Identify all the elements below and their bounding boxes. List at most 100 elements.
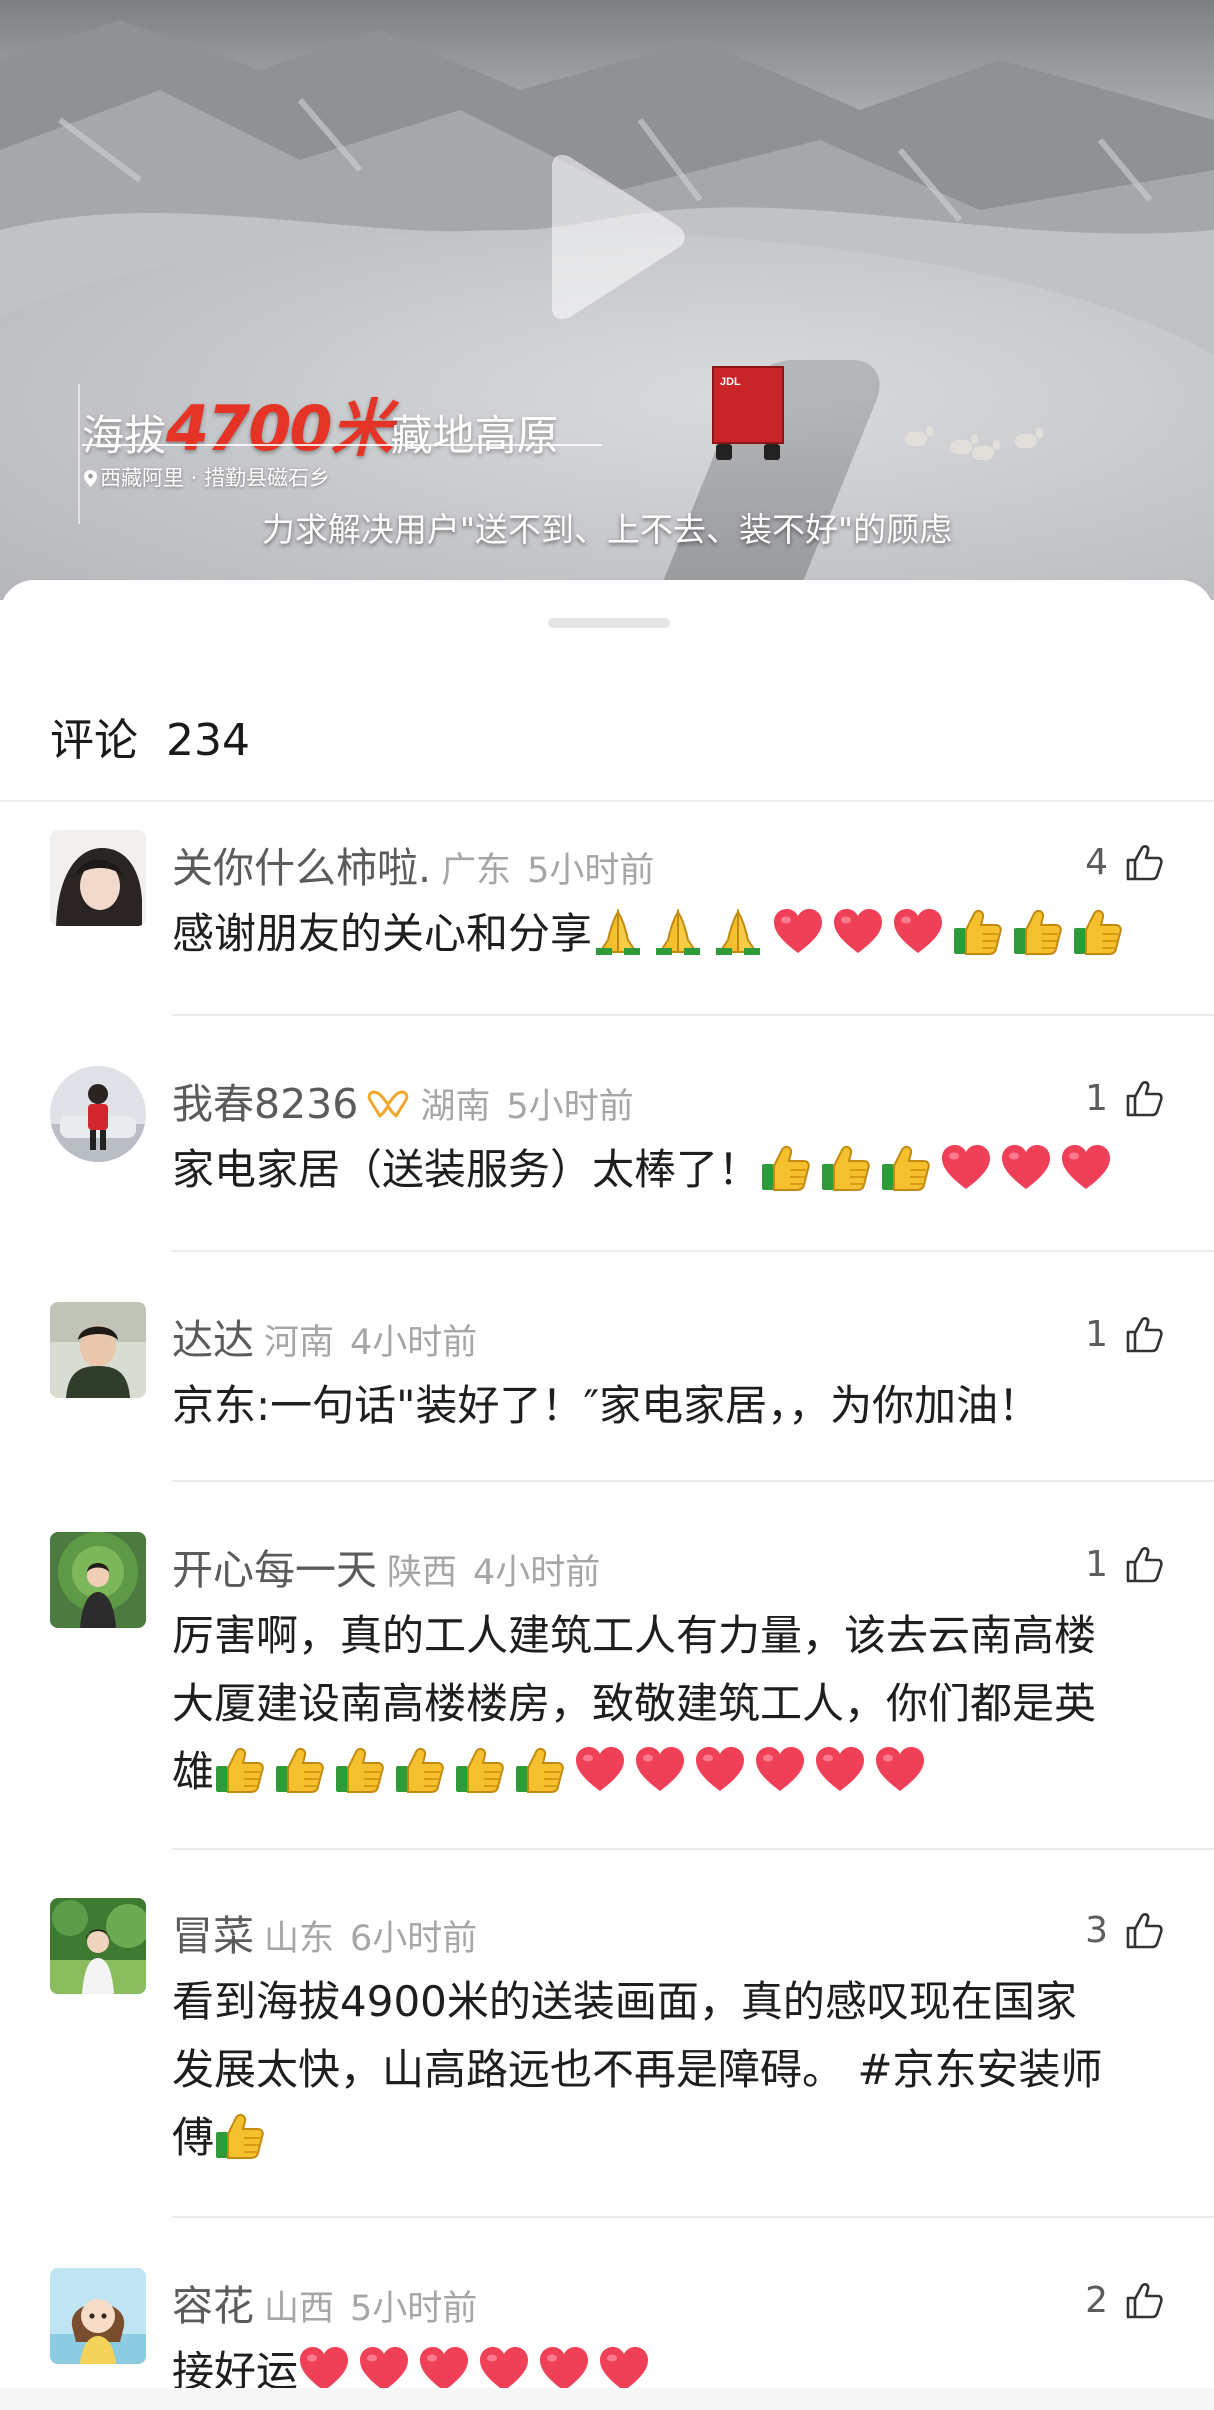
- video-location: 西藏阿里 · 措勤县磁石乡: [84, 462, 330, 492]
- pray-emoji: [712, 908, 764, 956]
- thumbs-up-emoji: [214, 2112, 266, 2160]
- thumbs-up-emoji: [454, 1746, 506, 1794]
- comment-divider: [172, 1848, 1214, 1850]
- thumbs-up-emoji: [1012, 908, 1064, 956]
- comment-author[interactable]: 开心每一天 陕西 4小时前: [172, 1536, 600, 1596]
- header-divider: [0, 800, 1214, 802]
- drag-handle[interactable]: [548, 618, 670, 628]
- comment-text: 家电家居（送装服务）太棒了！: [172, 1136, 1172, 1204]
- comment-time: 4小时前: [350, 1323, 478, 1363]
- delivery-truck: JDL: [712, 366, 784, 462]
- heart-emoji: [892, 908, 944, 956]
- avatar[interactable]: [50, 1898, 146, 1994]
- title-prefix: 海拔: [82, 411, 167, 460]
- title-suffix: 藏地高原: [390, 411, 559, 460]
- pray-emoji: [592, 908, 644, 956]
- location-pin-icon: [84, 470, 97, 487]
- heart-emoji: [574, 1746, 626, 1794]
- comment-author[interactable]: 我春8236 湖南 5小时前: [172, 1070, 634, 1130]
- heart-emoji: [598, 2346, 650, 2394]
- location-text: 西藏阿里 · 措勤县磁石乡: [100, 466, 331, 490]
- like-button[interactable]: 4: [1085, 842, 1164, 883]
- thumbs-up-outline-icon: [1126, 1316, 1163, 1352]
- heart-emoji: [832, 908, 884, 956]
- heart-emoji: [874, 1746, 926, 1794]
- pray-emoji: [652, 908, 704, 956]
- comment-text: 感谢朋友的关心和分享: [172, 900, 1172, 968]
- comment-divider: [172, 1014, 1214, 1016]
- like-button[interactable]: 3: [1085, 1910, 1164, 1951]
- alpaca: [972, 440, 1000, 460]
- like-button[interactable]: 1: [1085, 1078, 1164, 1119]
- video-subtitle: 力求解决用户"送不到、上不去、装不好"的顾虑: [261, 510, 953, 549]
- thumbs-up-outline-icon: [1126, 844, 1163, 880]
- comment-region: 山东: [264, 1919, 335, 1959]
- alpaca: [950, 434, 978, 454]
- thumbs-up-emoji: [820, 1144, 872, 1192]
- avatar[interactable]: [50, 2268, 146, 2364]
- comment-author[interactable]: 关你什么柿啦. 广东 5小时前: [172, 834, 654, 894]
- like-count: 1: [1085, 1078, 1108, 1119]
- comments-header: 评论 234: [50, 704, 250, 768]
- thumbs-up-emoji: [880, 1144, 932, 1192]
- comments-count: 234: [166, 715, 250, 766]
- comment-region: 广东: [441, 851, 512, 891]
- comment-region: 陕西: [387, 1553, 458, 1593]
- like-count: 1: [1085, 1314, 1108, 1355]
- comment-text: 看到海拔4900米的送装画面，真的感叹现在国家 发展太快，山高路远也不再是障碍。…: [172, 1977, 1103, 2162]
- comment-region: 河南: [264, 1323, 335, 1363]
- thumbs-up-emoji: [1072, 908, 1124, 956]
- avatar[interactable]: [50, 1066, 146, 1162]
- heart-emoji: [358, 2346, 410, 2394]
- video-player[interactable]: JDL 海拔4700米藏地高原 西藏阿里 · 措勤县磁石乡 力求解决用户"送不到…: [0, 0, 1214, 600]
- heart-emoji: [772, 908, 824, 956]
- bottom-bar: [0, 2388, 1214, 2410]
- comment-text: 京东:一句话"装好了！″家电家居，，为你加油！: [172, 1381, 1041, 1430]
- comment-author[interactable]: 容花 山西 5小时前: [172, 2272, 477, 2332]
- heart-emoji: [940, 1144, 992, 1192]
- comment-divider: [172, 2216, 1214, 2218]
- like-button[interactable]: 1: [1085, 1544, 1164, 1585]
- thumbs-up-emoji: [760, 1144, 812, 1192]
- thumbs-up-emoji: [514, 1746, 566, 1794]
- heart-emoji: [538, 2346, 590, 2394]
- thumbs-up-emoji: [952, 908, 1004, 956]
- like-button[interactable]: 1: [1085, 1314, 1164, 1355]
- comment-author[interactable]: 达达 河南 4小时前: [172, 1306, 477, 1366]
- comment-region: 湖南: [420, 1087, 491, 1127]
- thumbs-up-outline-icon: [1126, 1546, 1163, 1582]
- comments-title: 评论: [50, 715, 138, 766]
- video-title: 海拔4700米藏地高原: [82, 378, 559, 468]
- comments-sheet: 评论 234 关你什么柿啦. 广东 5小时前 4 感谢朋友的关心和分享 我春82…: [0, 580, 1214, 2410]
- like-count: 1: [1085, 1544, 1108, 1585]
- comment-time: 5小时前: [527, 851, 655, 891]
- thumbs-up-emoji: [334, 1746, 386, 1794]
- thumbs-up-emoji: [274, 1746, 326, 1794]
- comment-divider: [172, 1250, 1214, 1252]
- heart-emoji: [1000, 1144, 1052, 1192]
- heart-emoji: [478, 2346, 530, 2394]
- comment-text: 厉害啊，真的工人建筑工人有力量，该去云南高楼 大厦建设南高楼楼房，致敬建筑工人，…: [172, 1611, 1097, 1796]
- play-icon[interactable]: [540, 152, 690, 322]
- heart-emoji: [1060, 1144, 1112, 1192]
- comment-time: 4小时前: [473, 1553, 601, 1593]
- comment-author[interactable]: 冒菜 山东 6小时前: [172, 1902, 477, 1962]
- like-count: 4: [1085, 842, 1108, 883]
- comment-time: 5小时前: [350, 2289, 478, 2329]
- heart-emoji: [418, 2346, 470, 2394]
- thumbs-up-outline-icon: [1126, 2282, 1163, 2318]
- avatar[interactable]: [50, 1302, 146, 1398]
- avatar[interactable]: [50, 830, 146, 926]
- title-underline: [82, 444, 602, 446]
- comment-divider: [172, 1480, 1214, 1482]
- heart-emoji: [298, 2346, 350, 2394]
- like-count: 2: [1085, 2280, 1108, 2321]
- like-button[interactable]: 2: [1085, 2280, 1164, 2321]
- like-count: 3: [1085, 1910, 1108, 1951]
- comment-time: 6小时前: [350, 1919, 478, 1959]
- heart-emoji: [634, 1746, 686, 1794]
- thumbs-up-outline-icon: [1126, 1912, 1163, 1948]
- comment-time: 5小时前: [506, 1087, 634, 1127]
- avatar[interactable]: [50, 1532, 146, 1628]
- comment-region: 山西: [264, 2289, 335, 2329]
